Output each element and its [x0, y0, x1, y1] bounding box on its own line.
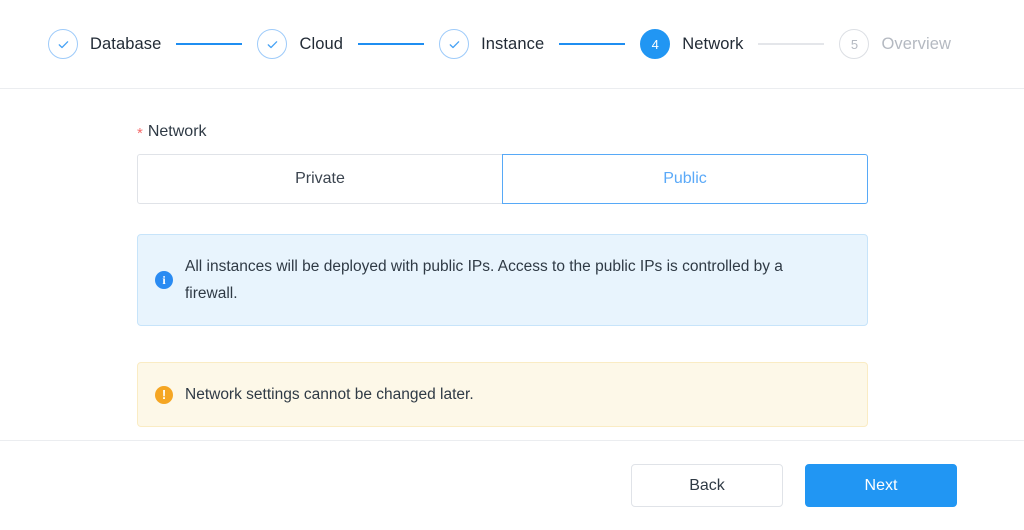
stepper-label-network: Network — [682, 34, 744, 53]
stepper-label-overview: Overview — [881, 34, 952, 53]
check-icon — [447, 37, 462, 52]
step-circle-3 — [439, 29, 470, 59]
stepper-connector-4 — [758, 43, 825, 45]
network-field-label: * Network — [137, 123, 1024, 141]
step-circle-2 — [257, 29, 288, 59]
check-icon — [56, 37, 71, 52]
stepper-connector-3 — [559, 43, 626, 45]
network-label-text: Network — [147, 123, 207, 140]
required-asterisk-icon: * — [137, 125, 143, 142]
stepper-step-overview[interactable]: 5 Overview — [839, 29, 951, 59]
warning-alert: ! Network settings cannot be changed lat… — [137, 362, 868, 427]
warning-circle-icon: ! — [155, 385, 173, 404]
step-circle-4: 4 — [640, 29, 671, 59]
stepper-step-network[interactable]: 4 Network — [640, 29, 743, 59]
step-circle-1 — [48, 29, 78, 59]
wizard-body: * Network Private Public i All instances… — [0, 89, 1024, 440]
network-option-private[interactable]: Private — [137, 154, 503, 204]
back-button[interactable]: Back — [631, 464, 783, 507]
stepper-connector-2 — [358, 43, 425, 45]
info-alert-text: All instances will be deployed with publ… — [185, 258, 783, 302]
step-circle-5: 5 — [839, 29, 870, 59]
info-alert: i All instances will be deployed with pu… — [137, 234, 868, 326]
stepper-label-database: Database — [90, 34, 162, 53]
wizard-stepper-bar: Database Cloud Instance 4 Network 5 Over… — [0, 0, 1024, 89]
network-wizard: Database Cloud Instance 4 Network 5 Over… — [0, 0, 1024, 530]
stepper-step-cloud[interactable]: Cloud — [257, 29, 343, 59]
wizard-footer: Back Next — [0, 440, 1024, 530]
info-circle-icon: i — [155, 271, 173, 289]
warning-alert-text: Network settings cannot be changed later… — [185, 386, 474, 403]
stepper-label-instance: Instance — [481, 34, 545, 53]
next-button[interactable]: Next — [805, 464, 957, 507]
check-icon — [265, 37, 280, 52]
stepper: Database Cloud Instance 4 Network 5 Over… — [48, 29, 951, 59]
stepper-label-cloud: Cloud — [299, 34, 344, 53]
network-type-segmented-control: Private Public — [137, 154, 868, 204]
network-option-public[interactable]: Public — [502, 154, 868, 204]
stepper-step-database[interactable]: Database — [48, 29, 161, 59]
stepper-connector-1 — [176, 43, 243, 45]
stepper-step-instance[interactable]: Instance — [439, 29, 544, 59]
